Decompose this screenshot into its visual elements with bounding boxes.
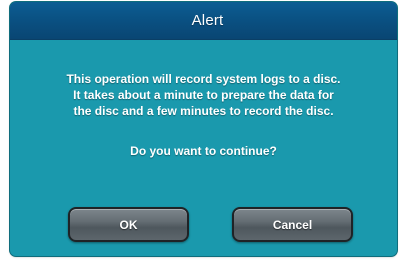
message-line-3: the disc and a few minutes to record the… (73, 104, 334, 118)
dialog-message: This operation will record system logs t… (28, 71, 379, 119)
dialog-title: Alert (191, 12, 224, 29)
cancel-button-label: Cancel (272, 217, 313, 232)
ok-button-label: OK (119, 217, 138, 232)
cancel-button[interactable]: Cancel (232, 207, 353, 242)
message-line-2: It takes about a minute to prepare the d… (73, 88, 334, 102)
alert-dialog: Alert This operation will record system … (10, 2, 397, 256)
dialog-question: Do you want to continue? (130, 144, 277, 158)
dialog-titlebar: Alert (10, 2, 397, 40)
message-line-1: This operation will record system logs t… (66, 72, 341, 86)
ok-button[interactable]: OK (68, 207, 189, 242)
